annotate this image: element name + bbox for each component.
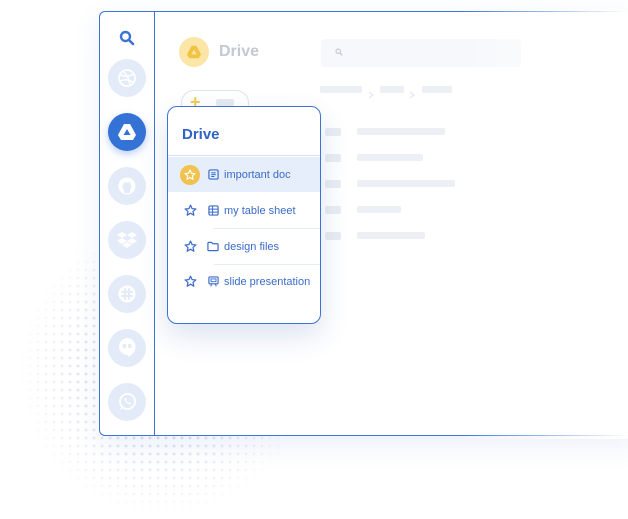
breadcrumb-segment[interactable] [320,86,362,93]
star-icon[interactable] [181,273,199,291]
file-row[interactable] [357,180,455,187]
star-icon[interactable] [180,164,200,185]
chevron-right-icon [409,86,417,99]
chevron-right-icon [368,86,376,99]
table-icon [207,205,219,217]
dropbox-icon[interactable] [108,221,146,259]
hangouts-icon[interactable] [108,329,146,367]
drive-logo [179,37,209,67]
presentation-icon [207,276,219,288]
search-icon[interactable] [119,30,137,48]
file-row-icon [325,206,341,214]
file-row-icon [325,128,341,136]
file-row-icon [325,154,341,162]
breadcrumb-segment[interactable] [380,86,404,93]
document-icon [207,169,219,181]
file-item-label: slide presentation [224,275,311,288]
github-icon[interactable] [108,167,146,205]
star-icon[interactable] [181,238,199,256]
file-item-my-table-sheet[interactable]: my table sheet [168,193,320,228]
file-row-icon [325,232,341,240]
file-row[interactable] [357,154,423,161]
folder-icon [207,241,219,253]
popup-title: Drive [182,126,220,143]
search-input[interactable] [321,39,521,67]
file-row-icon [325,180,341,188]
divider [168,155,320,156]
page-title: Drive [219,43,260,60]
file-row[interactable] [357,128,445,135]
google-drive-icon[interactable] [108,113,146,151]
slack-icon[interactable] [108,275,146,313]
search-icon [335,48,343,56]
star-icon[interactable] [181,202,199,220]
file-item-label: important doc [224,168,291,181]
file-row[interactable] [357,232,425,239]
file-item-label: my table sheet [224,204,296,217]
file-item-slide-presentation[interactable]: slide presentation [168,264,320,299]
file-item-important-doc[interactable]: important doc [168,157,320,192]
breadcrumb-segment[interactable] [422,86,452,93]
new-button-label-placeholder [216,99,234,106]
file-item-label: design files [224,240,280,253]
app-sidebar [100,12,155,435]
file-item-design-files[interactable]: design files [168,229,320,264]
file-row[interactable] [357,206,401,213]
drive-quick-access-popup: Drive important doc my table sheet desig… [167,106,321,324]
dribbble-icon[interactable] [108,59,146,97]
whatsapp-icon[interactable] [108,383,146,421]
